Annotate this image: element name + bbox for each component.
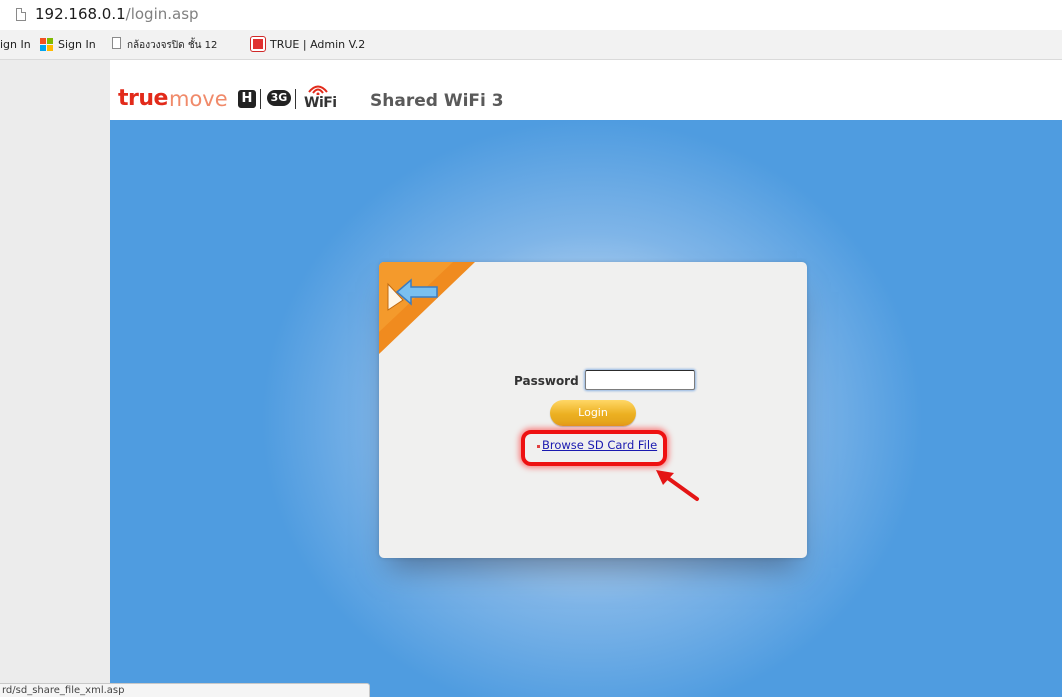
- page-icon: [16, 8, 26, 21]
- logo-divider: [260, 89, 261, 109]
- browse-sd-card-link[interactable]: Browse SD Card File: [542, 438, 657, 452]
- logo-divider: [295, 89, 296, 109]
- bookmark-sign-in[interactable]: Sign In: [58, 38, 96, 51]
- logo-wifi-text: WiFi: [304, 95, 337, 111]
- url-host: 192.168.0.1: [35, 5, 126, 23]
- wifi-logo: WiFi: [302, 83, 337, 111]
- login-arrow-icon: [387, 278, 438, 311]
- url-text[interactable]: 192.168.0.1/login.asp: [35, 5, 199, 23]
- wifi-icon: [308, 85, 328, 95]
- microsoft-icon: [40, 38, 54, 52]
- password-field[interactable]: [585, 370, 695, 390]
- bookmark-cctv[interactable]: กล้องวงจรปิด ชั้น 12: [127, 38, 217, 53]
- status-bar: rd/sd_share_file_xml.asp: [0, 683, 370, 697]
- bookmark-true-admin[interactable]: TRUE | Admin V.2: [270, 38, 365, 51]
- logo-3g-badge: 3G: [267, 90, 291, 106]
- login-button[interactable]: Login: [550, 400, 636, 426]
- password-label: Password: [514, 374, 579, 388]
- true-icon: [250, 36, 266, 52]
- logo-true: true: [118, 86, 168, 111]
- logo-move: move: [169, 87, 228, 111]
- bookmark-sign-in-partial[interactable]: ign In: [0, 38, 31, 51]
- logo-h-badge: H: [238, 90, 256, 108]
- page-icon: [112, 37, 121, 49]
- bookmarks-bar: ign In Sign In กล้องวงจรปิด ชั้น 12 TRUE…: [0, 30, 1062, 60]
- url-path: /login.asp: [125, 5, 199, 23]
- browse-highlight-box: Browse SD Card File: [521, 430, 667, 466]
- page-title: Shared WiFi 3: [370, 91, 504, 111]
- left-margin: [0, 60, 110, 697]
- address-bar[interactable]: 192.168.0.1/login.asp: [0, 0, 1062, 30]
- red-pointer-arrow-icon: [656, 470, 699, 501]
- brand-header: true move H 3G WiFi Shared WiFi 3: [110, 60, 1062, 120]
- bullet-icon: [537, 445, 540, 448]
- login-card: Password Login Browse SD Card File: [379, 262, 807, 558]
